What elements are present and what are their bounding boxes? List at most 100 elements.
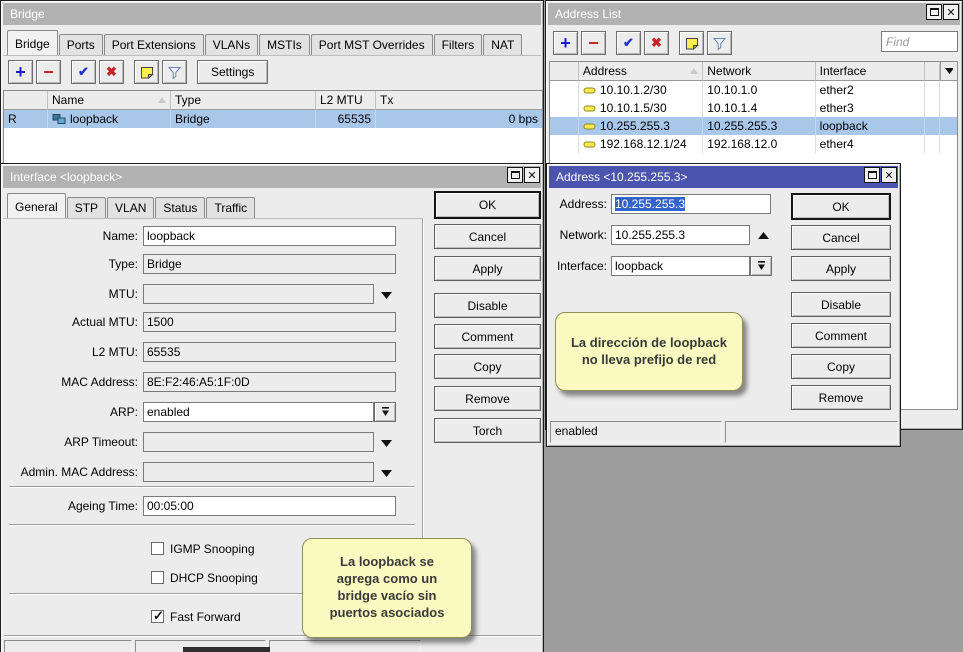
tab-mstis[interactable]: MSTIs — [259, 34, 310, 55]
background-window-edge — [183, 647, 270, 652]
add-button[interactable]: + — [8, 60, 33, 84]
arp-combo-button[interactable] — [374, 402, 396, 422]
maximize-button[interactable] — [864, 167, 880, 183]
address-list-window-controls: ✕ — [926, 4, 959, 20]
tab-traffic[interactable]: Traffic — [206, 197, 255, 218]
close-button[interactable]: ✕ — [943, 4, 959, 20]
cancel-button[interactable]: Cancel — [434, 224, 541, 249]
comment-button[interactable]: Comment — [434, 324, 541, 349]
comment-button[interactable] — [679, 31, 704, 55]
minus-icon: − — [43, 63, 54, 81]
mac-address-label: MAC Address: — [5, 372, 138, 392]
tab-filters[interactable]: Filters — [434, 34, 483, 55]
tab-vlans[interactable]: VLANs — [205, 34, 258, 55]
col-l2mtu[interactable]: L2 MTU — [316, 91, 376, 110]
type-label: Type: — [5, 254, 138, 274]
igmp-snooping-label: IGMP Snooping — [170, 542, 255, 556]
ok-button[interactable]: OK — [791, 193, 891, 220]
bridge-toolbar: + − ✔ ✖ Settings — [3, 58, 541, 86]
admin-mac-dropdown-arrow-icon[interactable] — [379, 468, 393, 478]
maximize-button[interactable] — [507, 167, 523, 183]
cancel-button[interactable]: Cancel — [791, 225, 891, 250]
address-list-titlebar[interactable]: Address List — [548, 3, 960, 25]
bridge-table: Name Type L2 MTU Tx R loopback Bridge 65… — [3, 90, 543, 164]
ip-address-icon — [583, 104, 596, 113]
col-flags[interactable] — [550, 62, 579, 81]
row-flags: R — [4, 110, 48, 128]
interface-dialog-titlebar[interactable]: Interface <loopback> — [3, 166, 541, 188]
comment-button[interactable] — [134, 60, 159, 84]
arp-select[interactable]: enabled — [143, 402, 374, 422]
disable-button[interactable]: ✖ — [644, 31, 669, 55]
status-cell — [725, 421, 898, 443]
address-list-title: Address List — [555, 7, 621, 21]
table-row[interactable]: R loopback Bridge 65535 0 bps — [4, 110, 542, 128]
address-field[interactable]: 10.255.255.3 — [611, 194, 771, 214]
tab-stp[interactable]: STP — [67, 197, 106, 218]
list-item-selected[interactable]: 10.255.255.3 10.255.255.3 loopback — [550, 117, 957, 135]
comment-button[interactable]: Comment — [791, 323, 891, 348]
tab-port-extensions[interactable]: Port Extensions — [104, 34, 204, 55]
filter-button[interactable] — [162, 60, 187, 84]
mtu-dropdown-arrow-icon[interactable] — [379, 290, 393, 300]
tab-status[interactable]: Status — [155, 197, 205, 218]
filter-button[interactable] — [707, 31, 732, 55]
add-button[interactable]: + — [553, 31, 578, 55]
fast-forward-checkbox[interactable] — [151, 610, 164, 623]
name-label: Name: — [5, 226, 138, 246]
remove-button[interactable]: Remove — [791, 385, 891, 410]
find-input[interactable] — [881, 31, 958, 52]
row-type: Bridge — [171, 110, 316, 128]
col-flags[interactable] — [4, 91, 48, 110]
igmp-snooping-checkbox[interactable] — [151, 542, 164, 555]
col-network[interactable]: Network — [703, 62, 815, 81]
dhcp-snooping-checkbox[interactable] — [151, 571, 164, 584]
list-item[interactable]: 10.10.1.2/30 10.10.1.0 ether2 — [550, 81, 957, 99]
tab-bridge[interactable]: Bridge — [7, 30, 58, 56]
name-field[interactable]: loopback — [143, 226, 396, 246]
tab-nat[interactable]: NAT — [483, 34, 522, 55]
tab-ports[interactable]: Ports — [59, 34, 103, 55]
maximize-button[interactable] — [926, 4, 942, 20]
tab-general[interactable]: General — [7, 193, 66, 219]
close-button[interactable]: ✕ — [881, 167, 897, 183]
maximize-icon — [511, 171, 520, 179]
arp-timeout-dropdown-arrow-icon[interactable] — [379, 438, 393, 448]
list-item[interactable]: 192.168.12.1/24 192.168.12.0 ether4 — [550, 135, 957, 153]
col-type[interactable]: Type — [171, 91, 316, 110]
ageing-time-field[interactable]: 00:05:00 — [143, 496, 396, 516]
status-cell — [4, 640, 132, 652]
bridge-interface-icon — [52, 113, 66, 125]
enable-button[interactable]: ✔ — [71, 60, 96, 84]
col-name[interactable]: Name — [48, 91, 171, 110]
address-note: La dirección de loopback no lleva prefij… — [555, 312, 743, 391]
settings-button[interactable]: Settings — [197, 60, 268, 84]
remove-button[interactable]: − — [581, 31, 606, 55]
network-field[interactable]: 10.255.255.3 — [611, 225, 750, 245]
tab-vlan[interactable]: VLAN — [107, 197, 154, 218]
torch-button[interactable]: Torch — [434, 418, 541, 443]
enable-button[interactable]: ✔ — [616, 31, 641, 55]
tab-port-mst-overrides[interactable]: Port MST Overrides — [311, 34, 433, 55]
apply-button[interactable]: Apply — [791, 256, 891, 281]
copy-button[interactable]: Copy — [791, 354, 891, 379]
col-interface[interactable]: Interface — [816, 62, 925, 81]
disable-button[interactable]: Disable — [434, 293, 541, 318]
address-dialog-titlebar[interactable]: Address <10.255.255.3> — [549, 166, 898, 188]
interface-select[interactable]: loopback — [611, 256, 750, 276]
copy-button[interactable]: Copy — [434, 354, 541, 379]
ok-button[interactable]: OK — [434, 191, 541, 219]
disable-button[interactable]: ✖ — [99, 60, 124, 84]
bridge-window-titlebar[interactable]: Bridge — [3, 3, 541, 25]
disable-button[interactable]: Disable — [791, 292, 891, 317]
remove-button[interactable]: Remove — [434, 386, 541, 411]
col-address[interactable]: Address — [579, 62, 703, 81]
remove-button[interactable]: − — [36, 60, 61, 84]
interface-combo-button[interactable] — [750, 256, 772, 276]
column-select-button[interactable] — [940, 62, 957, 81]
list-item[interactable]: 10.10.1.5/30 10.10.1.4 ether3 — [550, 99, 957, 117]
close-button[interactable]: ✕ — [524, 167, 540, 183]
col-tx[interactable]: Tx — [376, 91, 542, 110]
network-up-arrow-icon[interactable] — [756, 230, 770, 240]
apply-button[interactable]: Apply — [434, 256, 541, 281]
